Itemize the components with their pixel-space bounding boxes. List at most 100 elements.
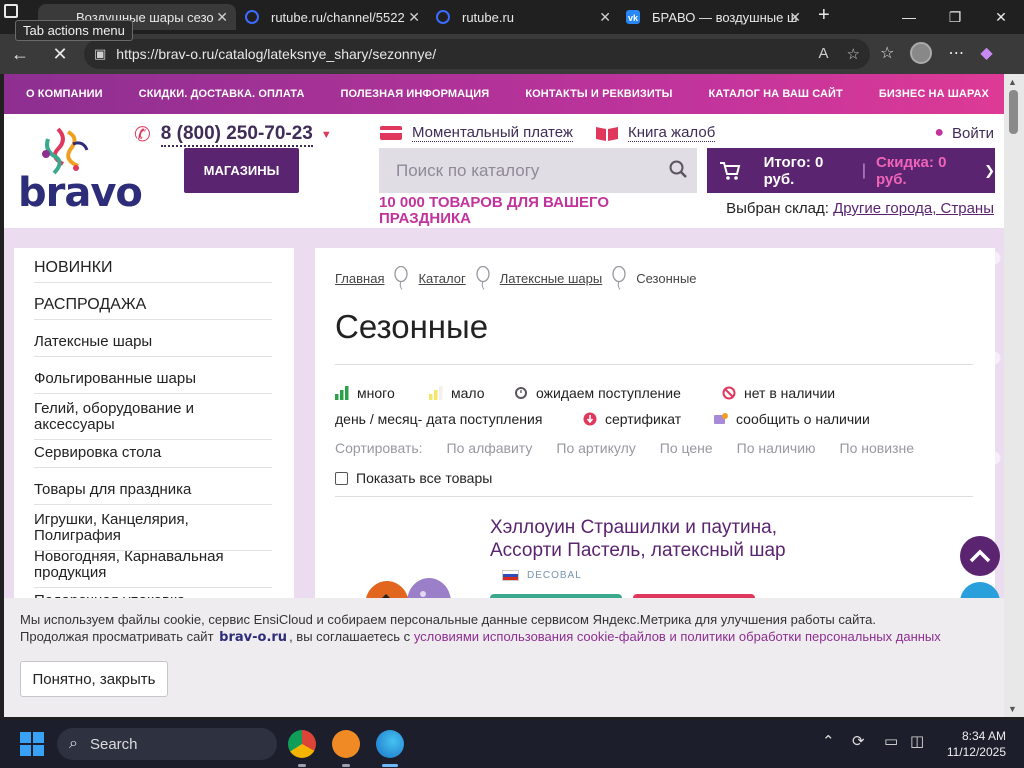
sidebar-item-toys[interactable]: Игрушки, Канцелярия, Полиграфия [34, 512, 272, 551]
phone-block[interactable]: ✆ 8 (800) 250-70-23 ▼ [134, 122, 332, 147]
sync-icon[interactable]: ⟳ [852, 732, 865, 750]
book-icon [596, 127, 618, 141]
url-field[interactable]: ▣ https://brav-o.ru/catalog/lateksnye_sh… [84, 39, 870, 69]
breadcrumb-home[interactable]: Главная [335, 271, 384, 286]
back-arrow-icon[interactable]: ← [8, 42, 32, 66]
sort-article[interactable]: По артикулу [556, 440, 635, 456]
legend-date-label: день / месяц- дата поступления [335, 411, 543, 427]
shops-button[interactable]: МАГАЗИНЫ [184, 148, 299, 193]
new-tab-plus-icon[interactable]: + [818, 4, 830, 27]
bravo-logo[interactable]: bravo [18, 124, 143, 216]
sort-newness[interactable]: По новизне [840, 440, 914, 456]
close-window-icon[interactable]: ✕ [978, 0, 1024, 34]
close-icon[interactable]: ✕ [216, 9, 228, 26]
warehouse-link[interactable]: Другие города, Страны [833, 200, 994, 217]
read-aloud-icon[interactable]: A [819, 45, 829, 63]
nav-catalog-for-site[interactable]: КАТАЛОГ НА ВАШ САЙТ [709, 88, 843, 100]
catalog-sidebar: НОВИНКИ РАСПРОДАЖА Латексные шары Фольги… [14, 248, 294, 628]
profile-avatar[interactable] [910, 42, 933, 64]
site-info-icon[interactable]: ▣ [94, 46, 106, 62]
close-icon[interactable]: ✕ [789, 9, 801, 26]
product-title[interactable]: Хэллоуин Страшилки и паутина, Ассорти Па… [490, 516, 850, 562]
sort-row: Сортировать: По алфавиту По артикулу По … [335, 440, 938, 456]
complaints-book-label: Книга жалоб [628, 124, 716, 142]
nav-about[interactable]: О КОМПАНИИ [26, 88, 103, 100]
stop-loading-icon[interactable]: ✕ [48, 42, 72, 66]
cookie-policy-link[interactable]: условиями использования cookie-файлов и … [414, 629, 941, 644]
close-icon[interactable]: ✕ [599, 9, 611, 26]
nav-contacts[interactable]: КОНТАКТЫ И РЕКВИЗИТЫ [525, 88, 672, 100]
card-icon [380, 126, 402, 140]
windows-start-icon[interactable] [20, 732, 44, 756]
scroll-up-arrow-icon[interactable]: ▲ [1008, 77, 1017, 87]
window-controls: — ❐ ✕ [886, 0, 1024, 34]
certificate-icon [583, 412, 597, 426]
app-running-indicator [298, 764, 306, 767]
copilot-icon[interactable]: ◆ [980, 43, 992, 63]
cookie-accept-button[interactable]: Понятно, закрыть [20, 661, 168, 697]
show-all-checkbox[interactable] [335, 471, 348, 485]
sidebar-item-latex[interactable]: Латексные шары [34, 334, 272, 357]
sidebar-item-new[interactable]: НОВИНКИ [34, 260, 272, 283]
instant-payment-link[interactable]: Моментальный платеж [380, 124, 573, 142]
cookie-site-name: brav-o.ru [219, 630, 288, 645]
system-clock[interactable]: 8:34 AM 11/12/2025 [947, 728, 1006, 760]
stock-many-icon [335, 386, 349, 400]
chevron-up-icon [969, 549, 991, 563]
show-all-toggle[interactable]: Показать все товары [335, 470, 492, 486]
show-all-label: Показать все товары [356, 470, 493, 486]
login-label: Войти [952, 124, 994, 142]
edge-icon[interactable] [376, 730, 404, 758]
tab-title: БРАВО — воздушные ш [652, 9, 797, 25]
breadcrumb-latex[interactable]: Латексные шары [500, 271, 602, 286]
cart-button[interactable]: Итого: 0 руб. | Скидка: 0 руб. ❯ [707, 148, 995, 193]
network-icon[interactable]: ◫ [910, 732, 924, 750]
tab-rutube[interactable]: rutube.ru ✕ [436, 4, 611, 30]
chrome-icon[interactable] [288, 730, 316, 758]
nav-discounts-delivery[interactable]: СКИДКИ. ДОСТАВКА. ОПЛАТА [139, 88, 305, 100]
tray-chevron-up-icon[interactable]: ⌃ [822, 732, 835, 750]
sidebar-item-helium[interactable]: Гелий, оборудование и аксессуары [34, 401, 272, 440]
nav-useful-info[interactable]: ПОЛЕЗНАЯ ИНФОРМАЦИЯ [340, 88, 489, 100]
legend-certificate-label: сертификат [605, 411, 682, 427]
scrollbar-thumb[interactable] [1009, 90, 1018, 134]
sidebar-item-tableware[interactable]: Сервировка стола [34, 445, 272, 468]
taskbar-search-label: Search [89, 735, 138, 753]
tab-bravo-vk[interactable]: vk БРАВО — воздушные ш ✕ [626, 4, 801, 30]
sort-price[interactable]: По цене [660, 440, 713, 456]
sidebar-item-newyear[interactable]: Новогодняя, Карнавальная продукция [34, 549, 272, 588]
tab-rutube-channel[interactable]: rutube.ru/channel/5522 ✕ [245, 4, 420, 30]
nav-balloon-business[interactable]: БИЗНЕС НА ШАРАХ [879, 88, 989, 100]
page-scrollbar[interactable]: ▲ ▼ [1004, 74, 1024, 717]
complaints-book-link[interactable]: Книга жалоб [596, 124, 716, 142]
more-menu-icon[interactable]: ⋯ [948, 43, 964, 63]
product-brand: DECOBAL [502, 570, 582, 581]
legend-none-label: нет в наличии [744, 385, 836, 401]
favorites-icon[interactable]: ☆ [880, 43, 894, 63]
search-icon[interactable] [669, 160, 687, 178]
taskbar-search[interactable]: ⌕ Search [57, 728, 277, 760]
search-input[interactable] [396, 160, 651, 181]
app-icon[interactable] [332, 730, 360, 758]
legend-few: мало [429, 385, 485, 401]
vk-icon: vk [626, 10, 640, 24]
restore-icon[interactable]: ❐ [932, 0, 978, 34]
scroll-down-arrow-icon[interactable]: ▼ [1008, 704, 1017, 714]
display-icon[interactable]: ▭ [884, 732, 898, 750]
legend-many: много [335, 385, 395, 401]
favorite-star-icon[interactable]: ☆ [847, 45, 860, 63]
scroll-to-top-button[interactable] [960, 536, 1000, 576]
sidebar-item-party[interactable]: Товары для праздника [34, 482, 272, 505]
rutube-icon [436, 10, 450, 24]
sidebar-item-foil[interactable]: Фольгированные шары [34, 371, 272, 394]
sort-alphabet[interactable]: По алфавиту [447, 440, 533, 456]
minimize-icon[interactable]: — [886, 0, 932, 34]
breadcrumb-catalog[interactable]: Каталог [418, 271, 465, 286]
close-icon[interactable]: ✕ [408, 9, 420, 26]
clock-icon [515, 387, 527, 399]
prohibited-icon [722, 386, 736, 400]
tab-actions-icon[interactable] [4, 4, 18, 18]
sidebar-item-sale[interactable]: РАСПРОДАЖА [34, 297, 272, 320]
sort-availability[interactable]: По наличию [737, 440, 816, 456]
login-link[interactable]: ● Войти [934, 124, 994, 142]
